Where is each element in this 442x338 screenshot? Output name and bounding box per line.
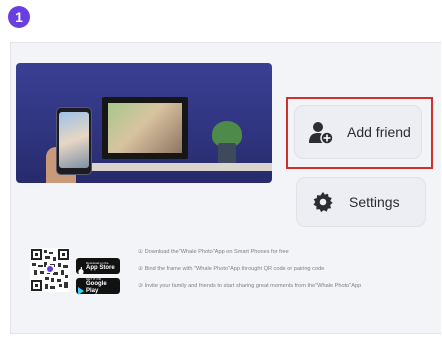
family-photo xyxy=(108,103,182,153)
tutorial-step: 1 Add friend Settings Download on the Ap… xyxy=(0,0,442,338)
settings-label: Settings xyxy=(349,194,400,210)
phone-illustration xyxy=(56,107,92,175)
qr-code-icon xyxy=(30,248,70,292)
photo-frame-illustration xyxy=(102,97,188,159)
play-icon xyxy=(78,282,84,295)
download-info-row: Download on the App Store GET IT ON Goog… xyxy=(26,244,436,302)
add-person-icon xyxy=(309,120,333,144)
hero-banner-image xyxy=(16,63,272,183)
app-store-label: App Store xyxy=(86,264,115,271)
phone-screen-illustration xyxy=(59,112,89,168)
step-number-badge: 1 xyxy=(8,6,30,28)
instruction-step: ② Bind the frame with "Whale Photo"App t… xyxy=(138,266,325,272)
app-store-badge[interactable]: Download on the App Store xyxy=(76,258,120,275)
add-friend-label: Add friend xyxy=(347,124,411,140)
apple-icon xyxy=(78,262,84,275)
instruction-list: ① Download the"Whale Photo"App on Smart … xyxy=(138,244,434,295)
settings-button[interactable]: Settings xyxy=(297,178,425,226)
plant-pot-illustration xyxy=(218,143,236,163)
instruction-step: ① Download the"Whale Photo"App on Smart … xyxy=(138,249,289,255)
gear-icon xyxy=(311,190,335,214)
google-play-badge[interactable]: GET IT ON Google Play xyxy=(76,277,120,295)
instruction-step: ③ Invite your family and friends to star… xyxy=(138,283,362,289)
add-friend-button[interactable]: Add friend xyxy=(295,106,421,158)
google-play-label: Google Play xyxy=(86,281,107,294)
shelf-illustration xyxy=(76,163,272,171)
